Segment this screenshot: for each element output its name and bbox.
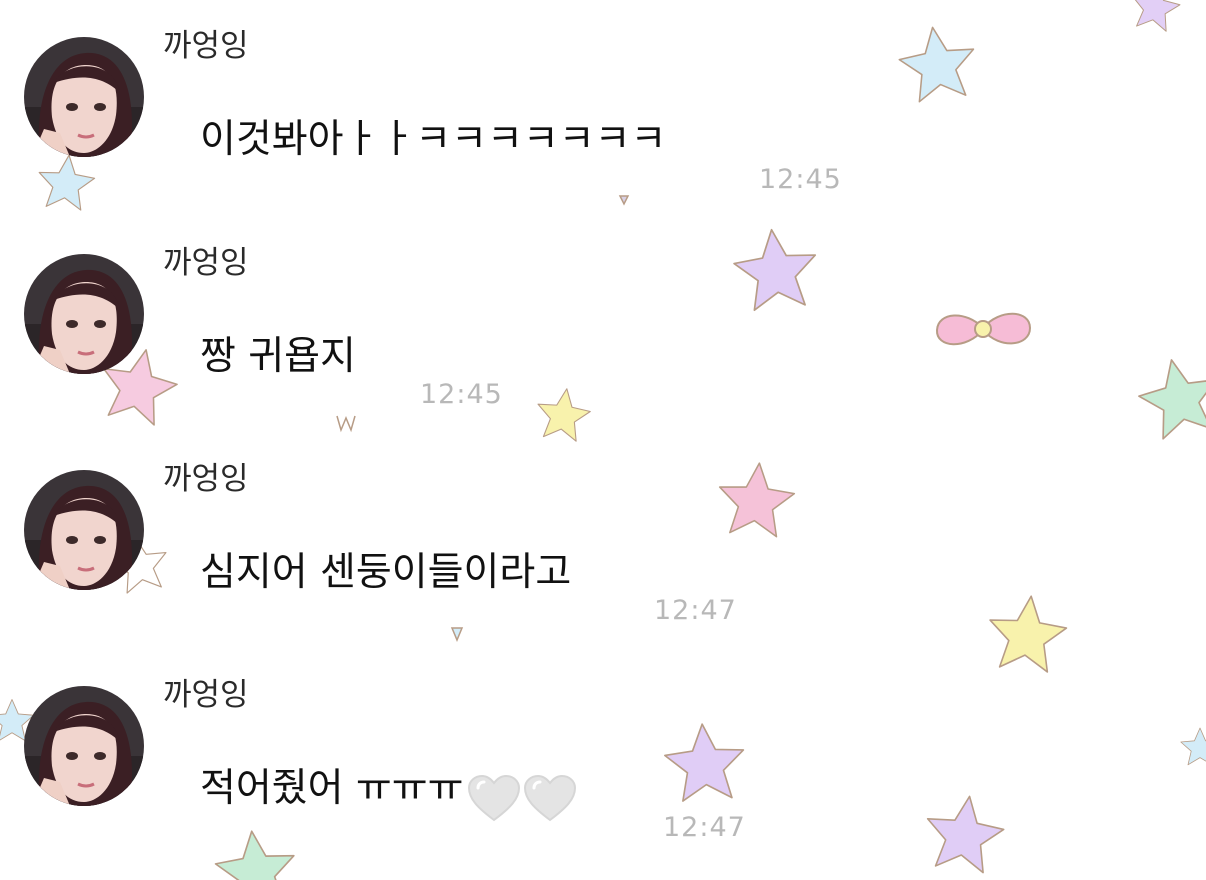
emoji-group (466, 771, 578, 824)
message-text[interactable]: 적어줬어 ㅠㅠㅠ (200, 763, 578, 824)
message-text[interactable]: 짱 귀욥지 (200, 331, 356, 383)
message-text-content: 적어줬어 ㅠㅠㅠ (200, 766, 464, 811)
message-row: 까엉잉 심지어 센둥이들이라고 12:47 (0, 433, 1206, 643)
message-timestamp: 12:47 (663, 812, 746, 843)
message-timestamp: 12:45 (420, 379, 503, 410)
avatar[interactable] (24, 254, 144, 374)
message-row: 까엉잉 짱 귀욥지 12:45 (0, 217, 1206, 427)
sender-name: 까엉잉 (163, 245, 249, 281)
message-text[interactable]: 이것봐아ㅏㅏㅋㅋㅋㅋㅋㅋㅋ (200, 114, 666, 166)
message-row: 까엉잉 이것봐아ㅏㅏㅋㅋㅋㅋㅋㅋㅋ 12:45 (0, 0, 1206, 210)
avatar[interactable] (24, 686, 144, 806)
sender-name: 까엉잉 (163, 677, 249, 713)
message-timestamp: 12:45 (759, 164, 842, 195)
message-timestamp: 12:47 (654, 595, 737, 626)
avatar[interactable] (24, 37, 144, 157)
avatar[interactable] (24, 470, 144, 590)
white-heart-icon (467, 774, 520, 821)
chat-screen: 까엉잉 이것봐아ㅏㅏㅋㅋㅋㅋㅋㅋㅋ 12:45 까엉잉 짱 귀욥지 12:45 (0, 0, 1206, 880)
white-heart-icon (523, 774, 576, 821)
message-row: 까엉잉 적어줬어 ㅠㅠㅠ 12:47 (0, 649, 1206, 859)
sender-name: 까엉잉 (163, 28, 249, 64)
sender-name: 까엉잉 (163, 461, 249, 497)
message-text[interactable]: 심지어 센둥이들이라고 (200, 547, 571, 599)
